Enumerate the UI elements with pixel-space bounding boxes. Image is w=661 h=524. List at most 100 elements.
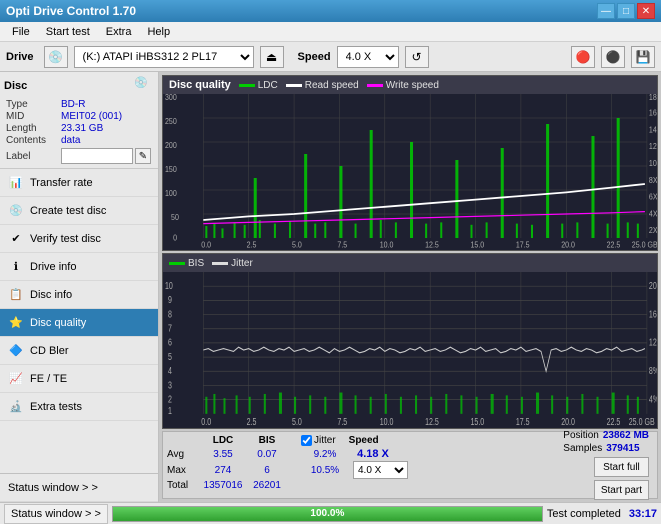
avg-label: Avg (167, 449, 199, 460)
chart2-header: BIS Jitter (163, 254, 657, 272)
svg-text:14X: 14X (649, 125, 657, 135)
svg-text:0.0: 0.0 (201, 416, 211, 428)
legend-read-speed-label: Read speed (305, 80, 359, 91)
svg-text:250: 250 (165, 116, 177, 126)
mid-label: MID (6, 111, 61, 122)
stats-panel: LDC BIS Jitter Speed Avg 3.55 0.07 9.2% … (162, 431, 658, 499)
jitter-label: Jitter (314, 435, 336, 446)
sidebar-item-status-window[interactable]: Status window > > (0, 474, 158, 502)
chart2-inner: 10 9 8 7 6 5 4 3 2 1 20% 16% 12% 8% 4% (163, 272, 657, 428)
speed-label: Speed (298, 51, 331, 63)
position-label: Position (563, 430, 599, 441)
sidebar: Disc 💿 Type BD-R MID MEIT02 (001) Length… (0, 72, 159, 502)
eject-button[interactable]: ⏏ (260, 46, 284, 68)
max-ldc: 274 (199, 465, 247, 476)
sidebar-item-disc-info[interactable]: 📋 Disc info (0, 281, 158, 309)
svg-text:2: 2 (168, 393, 172, 405)
save-button[interactable]: 💾 (631, 46, 655, 68)
status-bar: Status window > > 100.0% Test completed … (0, 502, 661, 524)
svg-text:2.5: 2.5 (247, 416, 257, 428)
progress-text: 100.0% (113, 507, 542, 521)
sidebar-label-drive-info: Drive info (30, 261, 76, 273)
avg-bis: 0.07 (247, 449, 287, 460)
chart1-title: Disc quality (169, 79, 231, 91)
type-value: BD-R (61, 99, 152, 110)
label-label: Label (6, 151, 61, 162)
disc-panel-icon: 💿 (134, 76, 154, 96)
status-window-button[interactable]: Status window > > (4, 504, 108, 524)
drive-select[interactable]: (K:) ATAPI iHBS312 2 PL17 (74, 46, 254, 68)
jitter-color-swatch (212, 262, 228, 265)
svg-text:5.0: 5.0 (292, 416, 302, 428)
legend-ldc: LDC (239, 80, 278, 91)
sidebar-label-disc-quality: Disc quality (30, 317, 86, 329)
legend-bis-label: BIS (188, 258, 204, 269)
svg-text:12%: 12% (649, 337, 657, 349)
menu-help[interactable]: Help (139, 24, 178, 40)
jitter-checkbox-label[interactable]: Jitter (301, 435, 336, 446)
contents-value: data (61, 135, 152, 146)
svg-text:6X: 6X (649, 192, 657, 202)
completed-text: Test completed (547, 508, 621, 520)
transfer-rate-icon: 📊 (8, 175, 24, 191)
sidebar-item-extra-tests[interactable]: 🔬 Extra tests (0, 393, 158, 421)
sidebar-item-verify-test-disc[interactable]: ✔ Verify test disc (0, 225, 158, 253)
drive-bar: Drive 💿 (K:) ATAPI iHBS312 2 PL17 ⏏ Spee… (0, 42, 661, 72)
avg-ldc: 3.55 (199, 449, 247, 460)
samples-label: Samples (563, 443, 602, 454)
refresh-button[interactable]: ↺ (405, 46, 429, 68)
svg-text:50: 50 (171, 212, 179, 222)
svg-text:8: 8 (168, 308, 172, 320)
sidebar-item-fe-te[interactable]: 📈 FE / TE (0, 365, 158, 393)
chart1-svg: 300 250 200 150 100 50 0 18X 16X 14X 12X… (163, 94, 657, 250)
time-display: 33:17 (629, 508, 657, 520)
sidebar-item-drive-info[interactable]: ℹ Drive info (0, 253, 158, 281)
read-speed-color-swatch (286, 84, 302, 87)
start-part-button[interactable]: Start part (594, 480, 649, 500)
maximize-button[interactable]: □ (617, 3, 635, 19)
minimize-button[interactable]: — (597, 3, 615, 19)
menu-file[interactable]: File (4, 24, 38, 40)
svg-text:20.0: 20.0 (561, 416, 575, 428)
disc-title: Disc (4, 80, 27, 92)
sidebar-label-verify-test-disc: Verify test disc (30, 233, 101, 245)
total-bis: 26201 (247, 480, 287, 491)
menu-extra[interactable]: Extra (98, 24, 140, 40)
legend-jitter-label: Jitter (231, 258, 253, 269)
stats-right-panel: Position 23862 MB Samples 379415 Start f… (563, 435, 653, 495)
sidebar-item-disc-quality[interactable]: ⭐ Disc quality (0, 309, 158, 337)
disc-read-button[interactable]: 🔴 (571, 46, 595, 68)
fe-te-icon: 📈 (8, 371, 24, 387)
sidebar-item-transfer-rate[interactable]: 📊 Transfer rate (0, 169, 158, 197)
stats-speed-select[interactable]: 4.0 X (353, 461, 408, 479)
menu-start-test[interactable]: Start test (38, 24, 98, 40)
max-jitter: 10.5% (301, 465, 349, 476)
speed-select[interactable]: 4.0 X 1.0 X 2.0 X 8.0 X 16.0 X (337, 46, 399, 68)
close-button[interactable]: ✕ (637, 3, 655, 19)
legend-ldc-label: LDC (258, 80, 278, 91)
position-value: 23862 MB (603, 430, 649, 441)
jitter-checkbox[interactable] (301, 435, 312, 446)
svg-text:17.5: 17.5 (516, 416, 530, 428)
svg-text:4%: 4% (649, 393, 657, 405)
start-full-button[interactable]: Start full (594, 457, 649, 477)
total-label: Total (167, 480, 199, 491)
col-header-ldc: LDC (199, 435, 247, 446)
svg-text:15.0: 15.0 (470, 240, 484, 250)
svg-text:4X: 4X (649, 209, 657, 219)
svg-text:2.5: 2.5 (247, 240, 257, 250)
sidebar-item-create-test-disc[interactable]: 💿 Create test disc (0, 197, 158, 225)
status-window-text: Status window > > (11, 508, 101, 520)
verify-test-icon: ✔ (8, 231, 24, 247)
drive-icon-button[interactable]: 💿 (44, 46, 68, 68)
legend-jitter: Jitter (212, 258, 253, 269)
svg-text:9: 9 (168, 294, 172, 306)
label-edit-button[interactable]: ✎ (135, 148, 151, 164)
label-input[interactable] (61, 148, 133, 164)
drive-info-icon: ℹ (8, 259, 24, 275)
svg-text:7.5: 7.5 (337, 416, 347, 428)
svg-text:16X: 16X (649, 108, 657, 118)
disc-write-button[interactable]: ⚫ (601, 46, 625, 68)
chart-bis-panel: BIS Jitter (162, 253, 658, 429)
sidebar-item-cd-bler[interactable]: 🔷 CD Bler (0, 337, 158, 365)
